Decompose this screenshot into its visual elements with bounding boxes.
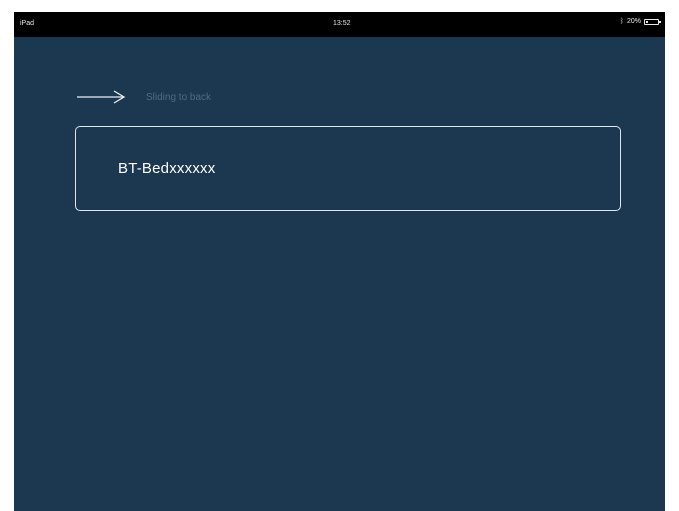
device-list-item[interactable]: BT-Bedxxxxxx: [75, 126, 621, 211]
battery-icon: [644, 18, 661, 25]
battery-percent: 20%: [626, 18, 641, 25]
back-hint-label: Sliding to back: [146, 91, 212, 103]
status-time: 13:52: [333, 20, 351, 27]
status-device-name: iPad: [20, 20, 35, 27]
status-bar: iPad 13:52 ᛒ 20%: [14, 12, 665, 37]
app-screen: iPad 13:52 ᛒ 20% Sliding to back BT-Bedx…: [14, 12, 665, 511]
bluetooth-icon: ᛒ: [619, 18, 624, 25]
status-right-group: ᛒ 20%: [619, 18, 661, 25]
battery-level-fill: [646, 20, 648, 23]
arrow-right-icon: [77, 90, 126, 104]
back-gesture-hint[interactable]: Sliding to back: [76, 90, 211, 104]
device-name-label: BT-Bedxxxxxx: [118, 160, 216, 177]
